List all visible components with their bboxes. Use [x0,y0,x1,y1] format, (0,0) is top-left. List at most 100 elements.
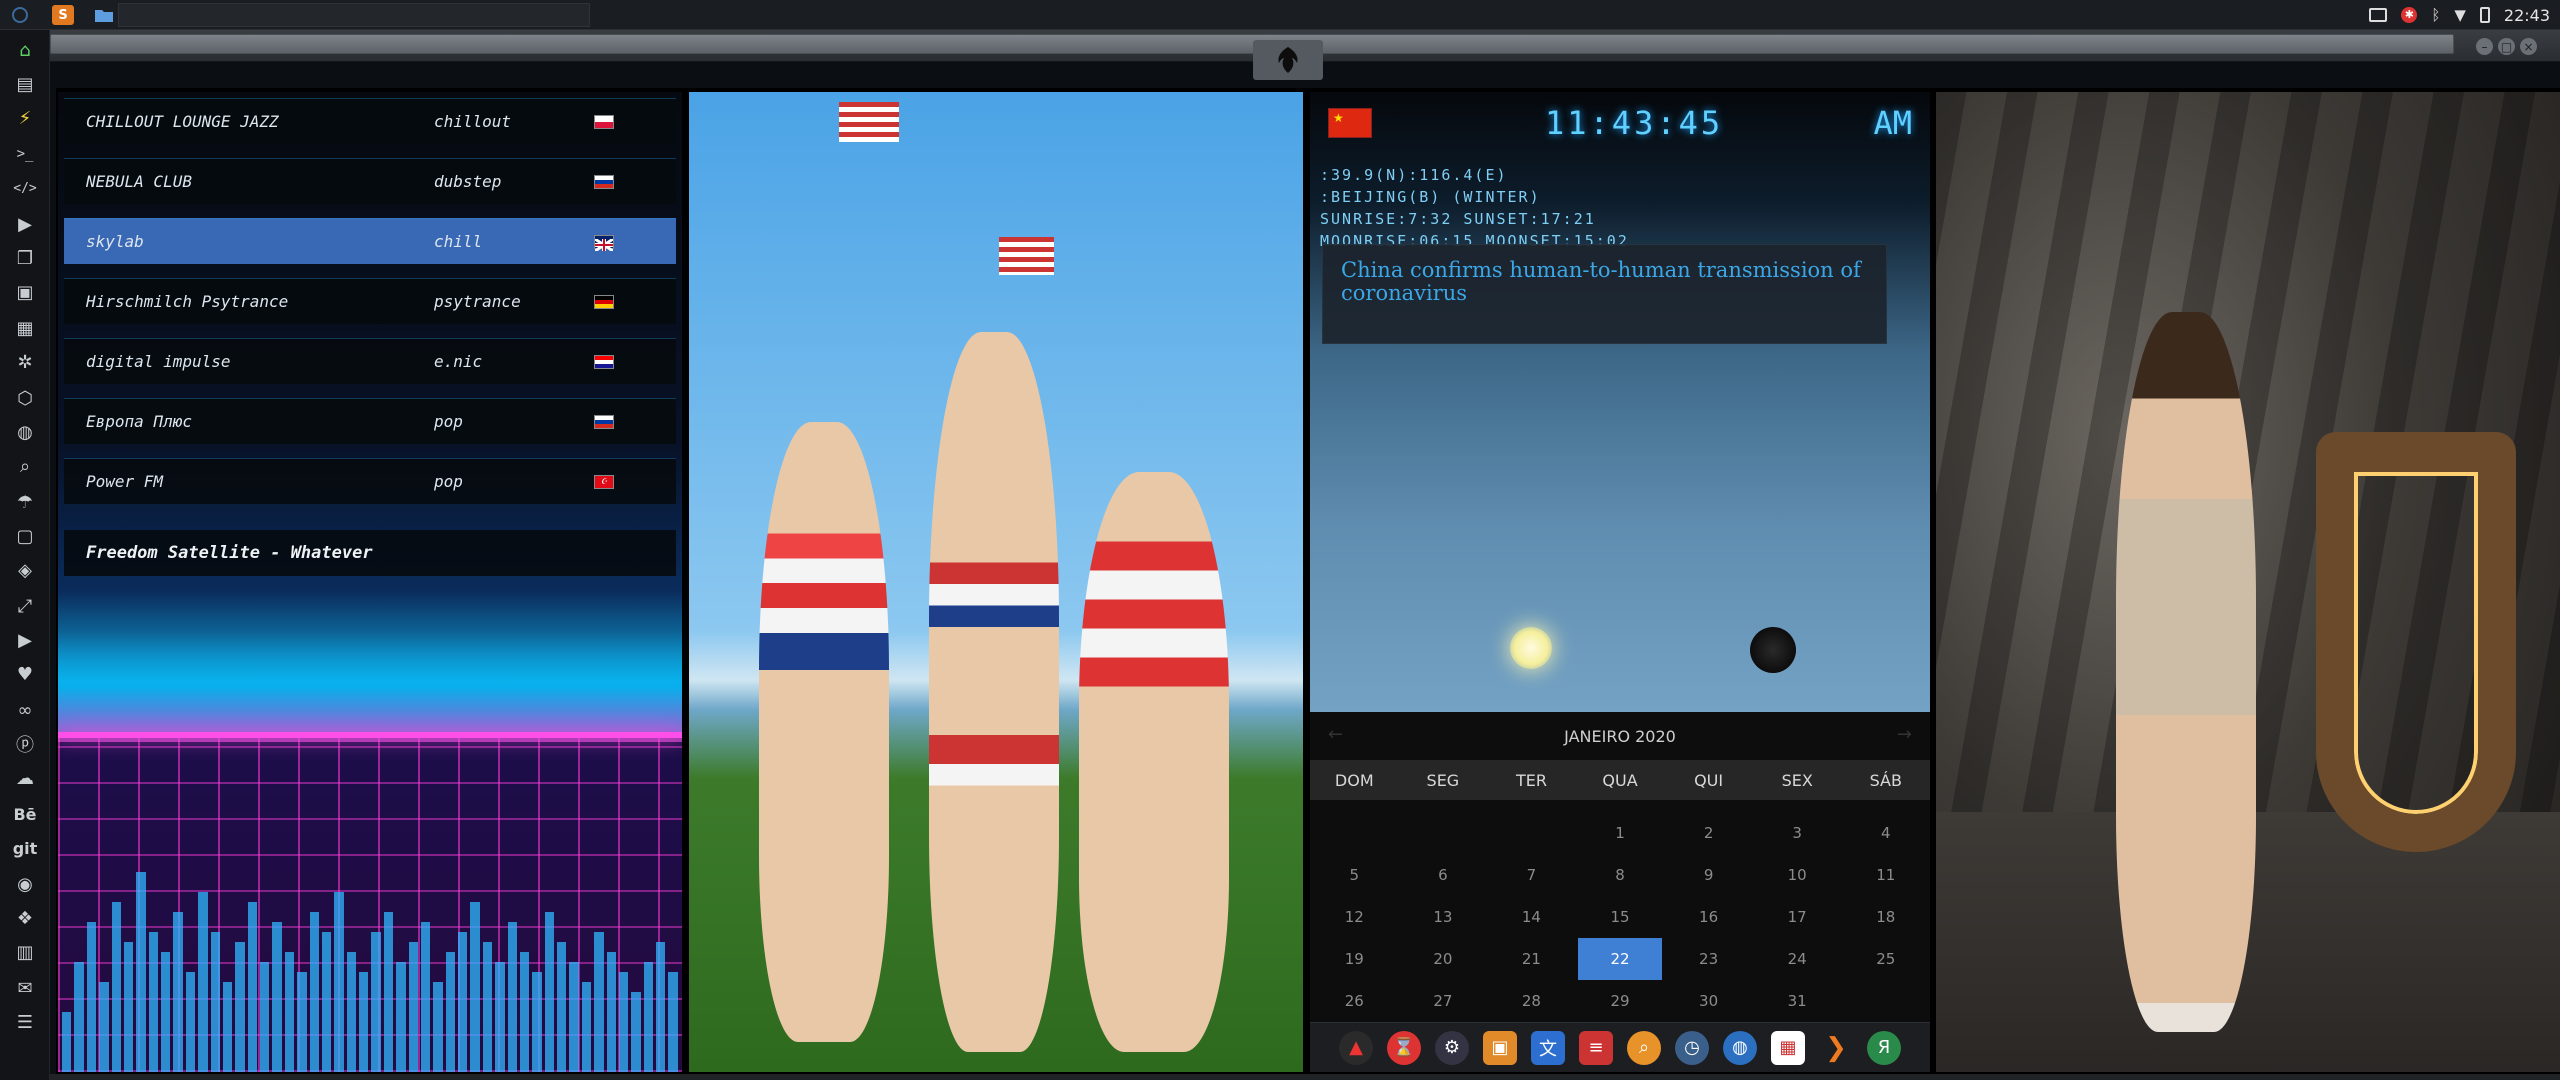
git-icon[interactable]: git [0,832,50,864]
globe-icon[interactable]: ◍ [1723,1030,1757,1065]
mail-icon[interactable]: ✉ [0,972,50,1004]
github-icon[interactable]: ◉ [0,868,50,900]
calendar-day[interactable]: 13 [1401,896,1486,938]
station-item[interactable]: Power FM pop ☪ [64,458,676,504]
sublime-text-icon[interactable]: S [52,5,74,25]
calendar-day[interactable]: 14 [1489,896,1574,938]
calendar-day[interactable]: 8 [1578,854,1663,896]
prev-month-icon[interactable]: ← [1328,724,1343,745]
calendar-app-icon[interactable]: ▦ [1771,1030,1805,1065]
close-icon[interactable]: × [2520,38,2537,55]
folder-icon[interactable] [92,3,116,27]
calendar-day[interactable]: 17 [1755,896,1840,938]
maximize-icon[interactable]: □ [2498,38,2515,55]
behance-icon[interactable]: Bē [0,798,50,830]
calendar-day[interactable]: 3 [1755,812,1840,854]
calendar-day[interactable]: 26 [1312,980,1397,1022]
search-icon[interactable]: ⌕ [0,450,50,482]
yandex-icon[interactable]: Я [1867,1030,1901,1065]
visualizer-bar [569,962,579,1072]
screenshot-icon[interactable] [2369,8,2388,22]
station-item[interactable]: CHILLOUT LOUNGE JAZZ chillout [64,98,676,144]
news-headline[interactable]: China confirms human-to-human transmissi… [1322,244,1887,344]
system-monitor-icon[interactable]: ⚙ [1435,1030,1469,1065]
calendar-day[interactable]: 31 [1755,980,1840,1022]
calendar-day[interactable]: 16 [1666,896,1751,938]
map-icon[interactable]: ▥ [0,936,50,968]
hexagon-icon[interactable]: ⬡ [0,382,50,414]
calendar-day[interactable]: 6 [1401,854,1486,896]
infinity-icon[interactable]: ∞ [0,694,50,726]
settings-icon[interactable]: ✲ [0,346,50,378]
search-icon[interactable]: ⌕ [1627,1030,1661,1065]
calendar-month[interactable]: JANEIRO 2020 [1564,727,1676,746]
document-icon[interactable]: ▤ [0,68,50,100]
id-card-icon[interactable]: ▦ [0,312,50,344]
calendar-day[interactable]: 20 [1401,938,1486,980]
calendar-day[interactable]: 10 [1755,854,1840,896]
tag-icon[interactable]: ◈ [0,554,50,586]
station-item[interactable]: Hirschmilch Psytrance psytrance [64,278,676,324]
calendar-day[interactable]: 25 [1843,938,1928,980]
clock-icon[interactable]: ◷ [1675,1030,1709,1065]
cloud-icon[interactable]: ☁ [0,762,50,794]
calendar-day[interactable]: 24 [1755,938,1840,980]
arrow-right-icon[interactable]: ❯ [1819,1031,1853,1065]
calendar-day[interactable]: 27 [1401,980,1486,1022]
youtube-icon[interactable]: ▶ [0,624,50,656]
station-item-active[interactable]: skylab chill [64,218,676,264]
taskbar-area[interactable] [118,3,590,27]
terminal-icon[interactable]: >_ [0,138,50,170]
umbrella-icon[interactable]: ☂ [0,486,50,518]
visualizer-bar [173,912,183,1072]
calendar-day[interactable]: 21 [1489,938,1574,980]
calendar-day[interactable]: 5 [1312,854,1397,896]
translate-icon[interactable]: 文 [1531,1030,1565,1065]
calendar-day[interactable]: 9 [1666,854,1751,896]
acrobat-icon[interactable]: ▲ [1339,1030,1373,1065]
alert-icon[interactable]: ✱ [2401,7,2418,23]
copy-icon[interactable]: ❐ [0,242,50,274]
station-item[interactable]: NEBULA CLUB dubstep [64,158,676,204]
hourglass-icon[interactable]: ⌛ [1387,1030,1421,1065]
contact-icon[interactable]: ▢ [0,520,50,552]
play-icon[interactable]: ▶ [0,208,50,240]
heart-icon[interactable]: ♥ [0,658,50,690]
globe-icon[interactable]: ◍ [0,416,50,448]
expand-icon[interactable]: ⤢ [0,590,50,622]
station-item[interactable]: digital impulse e.nic [64,338,676,384]
calendar-day[interactable]: 28 [1489,980,1574,1022]
calendar-day[interactable]: 7 [1489,854,1574,896]
calendar-day[interactable]: 12 [1312,896,1397,938]
clock[interactable]: 22:43 [2504,6,2550,25]
image-icon[interactable]: ▣ [0,276,50,308]
calendar-day[interactable]: 4 [1843,812,1928,854]
lightning-icon[interactable]: ⚡ [0,102,50,134]
image-viewer-icon[interactable]: ▣ [1483,1030,1517,1065]
home-icon[interactable]: ⌂ [0,34,50,66]
calendar-day[interactable]: 29 [1578,980,1663,1022]
cubes-icon[interactable]: ❖ [0,902,50,934]
calendar-day[interactable]: 19 [1312,938,1397,980]
calendar-day[interactable]: 23 [1666,938,1751,980]
rebel-alliance-icon[interactable] [1253,40,1323,80]
next-month-icon[interactable]: → [1897,724,1912,745]
server-icon[interactable]: ☰ [0,1006,50,1038]
battery-icon[interactable] [2479,7,2490,23]
minimize-icon[interactable]: – [2476,38,2493,55]
calendar-day[interactable]: 11 [1843,854,1928,896]
code-icon[interactable]: </> [0,172,50,204]
title-field[interactable] [50,34,2454,54]
calendar-day[interactable]: 1 [1578,812,1663,854]
calendar-day-today[interactable]: 22 [1577,938,1663,980]
notes-icon[interactable]: ≡ [1579,1030,1613,1065]
app-menu-icon[interactable] [8,3,32,27]
calendar-day[interactable]: 30 [1666,980,1751,1022]
calendar-day[interactable]: 15 [1578,896,1663,938]
bluetooth-icon[interactable]: ᛒ [2431,6,2440,24]
network-icon[interactable]: ▼ [2454,6,2466,24]
pinterest-icon[interactable]: ⓟ [0,728,50,760]
calendar-day[interactable]: 2 [1666,812,1751,854]
calendar-day[interactable]: 18 [1843,896,1928,938]
station-item[interactable]: Европа Плюс pop [64,398,676,444]
